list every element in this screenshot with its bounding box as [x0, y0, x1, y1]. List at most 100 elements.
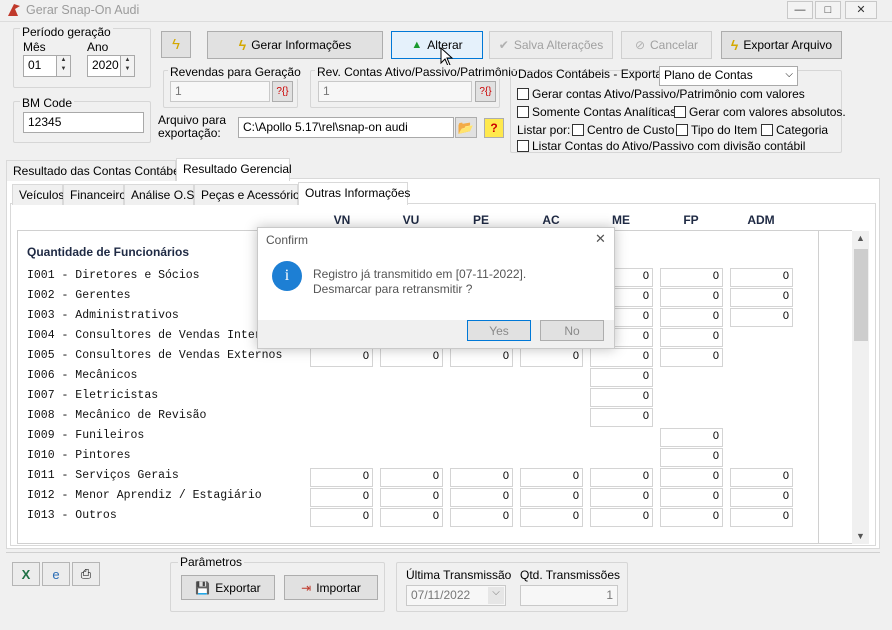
value-cell[interactable]: 0 — [380, 348, 443, 367]
help-button[interactable]: ? — [484, 118, 504, 138]
value-cell[interactable]: 0 — [590, 368, 653, 387]
close-button[interactable]: ✕ — [845, 1, 877, 19]
web-button[interactable]: e — [42, 562, 70, 586]
tipo-item-checkbox[interactable]: Tipo do Item — [676, 123, 757, 137]
checkbox-box[interactable] — [517, 88, 529, 100]
value-cell[interactable]: 0 — [590, 348, 653, 367]
value-cell[interactable]: 0 — [380, 468, 443, 487]
somente-analiticas-checkbox[interactable]: Somente Contas Analíticas — [517, 105, 676, 119]
value-cell[interactable]: 0 — [310, 508, 373, 527]
mes-spinner[interactable]: ▲ ▼ — [56, 56, 70, 76]
value-cell[interactable]: 0 — [660, 428, 723, 447]
divisao-contabil-checkbox[interactable]: Listar Contas do Ativo/Passivo com divis… — [517, 139, 805, 153]
rev-contas-lookup-button[interactable]: ?{} — [475, 81, 496, 102]
value-cell[interactable]: 0 — [660, 448, 723, 467]
dialog-no-button[interactable]: No — [540, 320, 604, 341]
checkbox-box[interactable] — [572, 124, 584, 136]
tab-resultado-gerencial[interactable]: Resultado Gerencial — [176, 158, 292, 181]
dialog-yes-button[interactable]: Yes — [467, 320, 531, 341]
qtd-input[interactable]: 1 — [520, 585, 618, 606]
exportar-button[interactable]: 💾 Exportar — [181, 575, 275, 600]
value-cell[interactable]: 0 — [660, 328, 723, 347]
value-cell[interactable]: 0 — [310, 468, 373, 487]
arquivo-input[interactable]: C:\Apollo 5.17\rel\snap-on audi — [238, 117, 454, 138]
value-cell[interactable]: 0 — [520, 468, 583, 487]
value-cell[interactable]: 0 — [660, 508, 723, 527]
tab-pecas-acessorios[interactable]: Peças e Acessórios — [194, 184, 306, 205]
scrollbar-thumb[interactable] — [854, 249, 868, 341]
revendas-lookup-button[interactable]: ?{} — [272, 81, 293, 102]
salva-alteracoes-button[interactable]: ✔ Salva Alterações — [489, 31, 613, 59]
value-cell[interactable]: 0 — [660, 268, 723, 287]
value-cell[interactable]: 0 — [660, 348, 723, 367]
excel-button[interactable]: X — [12, 562, 40, 586]
revendas-input[interactable]: 1 — [170, 81, 270, 102]
rev-contas-input[interactable]: 1 — [318, 81, 472, 102]
scroll-up-icon[interactable]: ▲ — [856, 233, 865, 243]
spin-up-icon[interactable]: ▲ — [121, 56, 134, 65]
print-button[interactable]: ⎙ — [72, 562, 100, 586]
value-cell[interactable]: 0 — [730, 468, 793, 487]
value-cell[interactable]: 0 — [590, 468, 653, 487]
value-cell[interactable]: 0 — [520, 488, 583, 507]
checkbox-box[interactable] — [676, 124, 688, 136]
value-cell[interactable]: 0 — [730, 308, 793, 327]
chevron-down-icon[interactable]: ⌵ — [488, 587, 504, 604]
centro-custo-checkbox[interactable]: Centro de Custo — [572, 123, 674, 137]
lightning-button[interactable]: ϟ — [161, 31, 191, 58]
spin-down-icon[interactable]: ▼ — [121, 65, 134, 74]
gerar-valores-checkbox[interactable]: Gerar contas Ativo/Passivo/Patrimônio co… — [517, 87, 805, 101]
value-cell[interactable]: 0 — [590, 408, 653, 427]
tab-outras-informacoes[interactable]: Outras Informações — [298, 182, 410, 205]
value-cell[interactable]: 0 — [590, 488, 653, 507]
bm-input[interactable]: 12345 — [23, 112, 144, 133]
checkbox-box[interactable] — [517, 106, 529, 118]
maximize-button[interactable]: □ — [815, 1, 841, 19]
value-cell[interactable]: 0 — [520, 348, 583, 367]
value-cell[interactable]: 0 — [450, 468, 513, 487]
spin-down-icon[interactable]: ▼ — [57, 65, 70, 74]
plano-select[interactable]: Plano de Contas ⌵ — [659, 66, 798, 86]
value-cell[interactable]: 0 — [520, 508, 583, 527]
valores-absolutos-checkbox[interactable]: Gerar com valores absolutos. — [674, 105, 846, 119]
row-label: I011 - Serviços Gerais — [27, 469, 179, 482]
tab-resultado-contas[interactable]: Resultado das Contas Contábeis — [6, 160, 188, 181]
value-cell[interactable]: 0 — [380, 488, 443, 507]
importar-button[interactable]: ⇥ Importar — [284, 575, 378, 600]
dialog-close-icon[interactable]: ✕ — [595, 231, 606, 247]
value-cell[interactable]: 0 — [590, 508, 653, 527]
tab-veiculos[interactable]: Veículos — [12, 184, 64, 205]
checkbox-box[interactable] — [517, 140, 529, 152]
value-cell[interactable]: 0 — [310, 348, 373, 367]
value-cell[interactable]: 0 — [310, 488, 373, 507]
value-cell[interactable]: 0 — [380, 508, 443, 527]
scroll-down-icon[interactable]: ▼ — [856, 531, 865, 541]
value-cell[interactable]: 0 — [660, 308, 723, 327]
value-cell[interactable]: 0 — [660, 288, 723, 307]
value-cell[interactable]: 0 — [660, 488, 723, 507]
tab-financeiro[interactable]: Financeiro — [63, 184, 126, 205]
spin-up-icon[interactable]: ▲ — [57, 56, 70, 65]
checkbox-box[interactable] — [761, 124, 773, 136]
divisao-contabil-label: Listar Contas do Ativo/Passivo com divis… — [532, 139, 806, 153]
checkbox-box[interactable] — [674, 106, 686, 118]
value-cell[interactable]: 0 — [730, 288, 793, 307]
value-cell[interactable]: 0 — [450, 348, 513, 367]
gerar-informacoes-button[interactable]: ϟ Gerar Informações — [207, 31, 383, 59]
value-cell[interactable]: 0 — [450, 488, 513, 507]
value-cell[interactable]: 0 — [730, 268, 793, 287]
value-cell[interactable]: 0 — [730, 508, 793, 527]
alterar-button[interactable]: ▲ Alterar — [391, 31, 483, 59]
exportar-arquivo-button[interactable]: ϟ Exportar Arquivo — [721, 31, 842, 59]
categoria-checkbox[interactable]: Categoria — [761, 123, 828, 137]
value-cell[interactable]: 0 — [450, 508, 513, 527]
minimize-button[interactable]: — — [787, 1, 813, 19]
value-cell[interactable]: 0 — [590, 388, 653, 407]
tab-analise-os[interactable]: Análise O.S. — [124, 184, 198, 205]
value-cell[interactable]: 0 — [660, 468, 723, 487]
ultima-input[interactable]: 07/11/2022 ⌵ — [406, 585, 506, 606]
cancelar-button[interactable]: ⊘ Cancelar — [621, 31, 712, 59]
ano-spinner[interactable]: ▲ ▼ — [120, 56, 134, 76]
browse-folder-button[interactable]: 📂 — [455, 117, 477, 138]
value-cell[interactable]: 0 — [730, 488, 793, 507]
